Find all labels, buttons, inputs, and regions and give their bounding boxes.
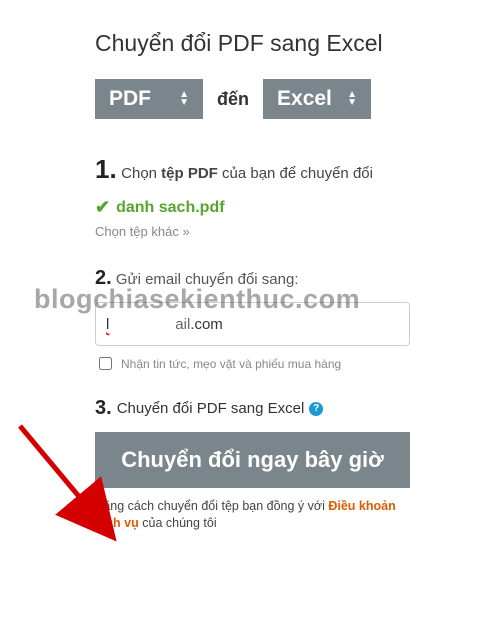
step-1-text: Chọn tệp PDF của bạn để chuyển đổi <box>121 165 373 182</box>
format-from-select[interactable]: PDF ▲▼ <box>95 79 203 119</box>
format-to-select[interactable]: Excel ▲▼ <box>263 79 371 119</box>
file-name: danh sach.pdf <box>116 199 224 217</box>
step-2: 2. Gửi email chuyển đổi sang: <box>95 267 410 290</box>
newsletter-row: Nhận tin tức, mẹo vặt và phiếu mua hàng <box>95 354 410 373</box>
step-1: 1. Chọn tệp PDF của bạn để chuyển đổi <box>95 154 410 185</box>
format-from-label: PDF <box>109 87 151 111</box>
step-2-num: 2. <box>95 267 112 289</box>
page-title: Chuyển đổi PDF sang Excel <box>95 30 410 57</box>
terms-text: Bằng cách chuyển đổi tệp bạn đồng ý với … <box>95 498 410 533</box>
email-field[interactable]: l⠀⠀⠀⠀⠀⠀ail.com <box>95 302 410 346</box>
format-row: PDF ▲▼ đến Excel ▲▼ <box>95 79 410 119</box>
newsletter-label: Nhận tin tức, mẹo vặt và phiếu mua hàng <box>121 357 341 371</box>
help-icon[interactable]: ? <box>309 402 323 416</box>
selected-file-row: ✔ danh sach.pdf <box>95 197 410 218</box>
newsletter-checkbox[interactable] <box>99 357 112 370</box>
convert-button[interactable]: Chuyển đổi ngay bây giờ <box>95 432 410 488</box>
step-1-num: 1. <box>95 154 117 184</box>
step-3-text: Chuyển đổi PDF sang Excel <box>117 400 305 417</box>
chevron-sort-icon: ▲▼ <box>347 91 357 107</box>
format-to-value: Excel <box>277 87 332 111</box>
step-2-text: Gửi email chuyển đổi sang: <box>116 271 299 288</box>
format-to-label: đến <box>217 89 249 110</box>
choose-other-file-link[interactable]: Chọn tệp khác » <box>95 224 410 239</box>
chevron-sort-icon: ▲▼ <box>179 91 189 107</box>
step-3-num: 3. <box>95 397 112 420</box>
step-3: 3. Chuyển đổi PDF sang Excel ? <box>95 397 410 420</box>
check-icon: ✔ <box>95 197 110 218</box>
